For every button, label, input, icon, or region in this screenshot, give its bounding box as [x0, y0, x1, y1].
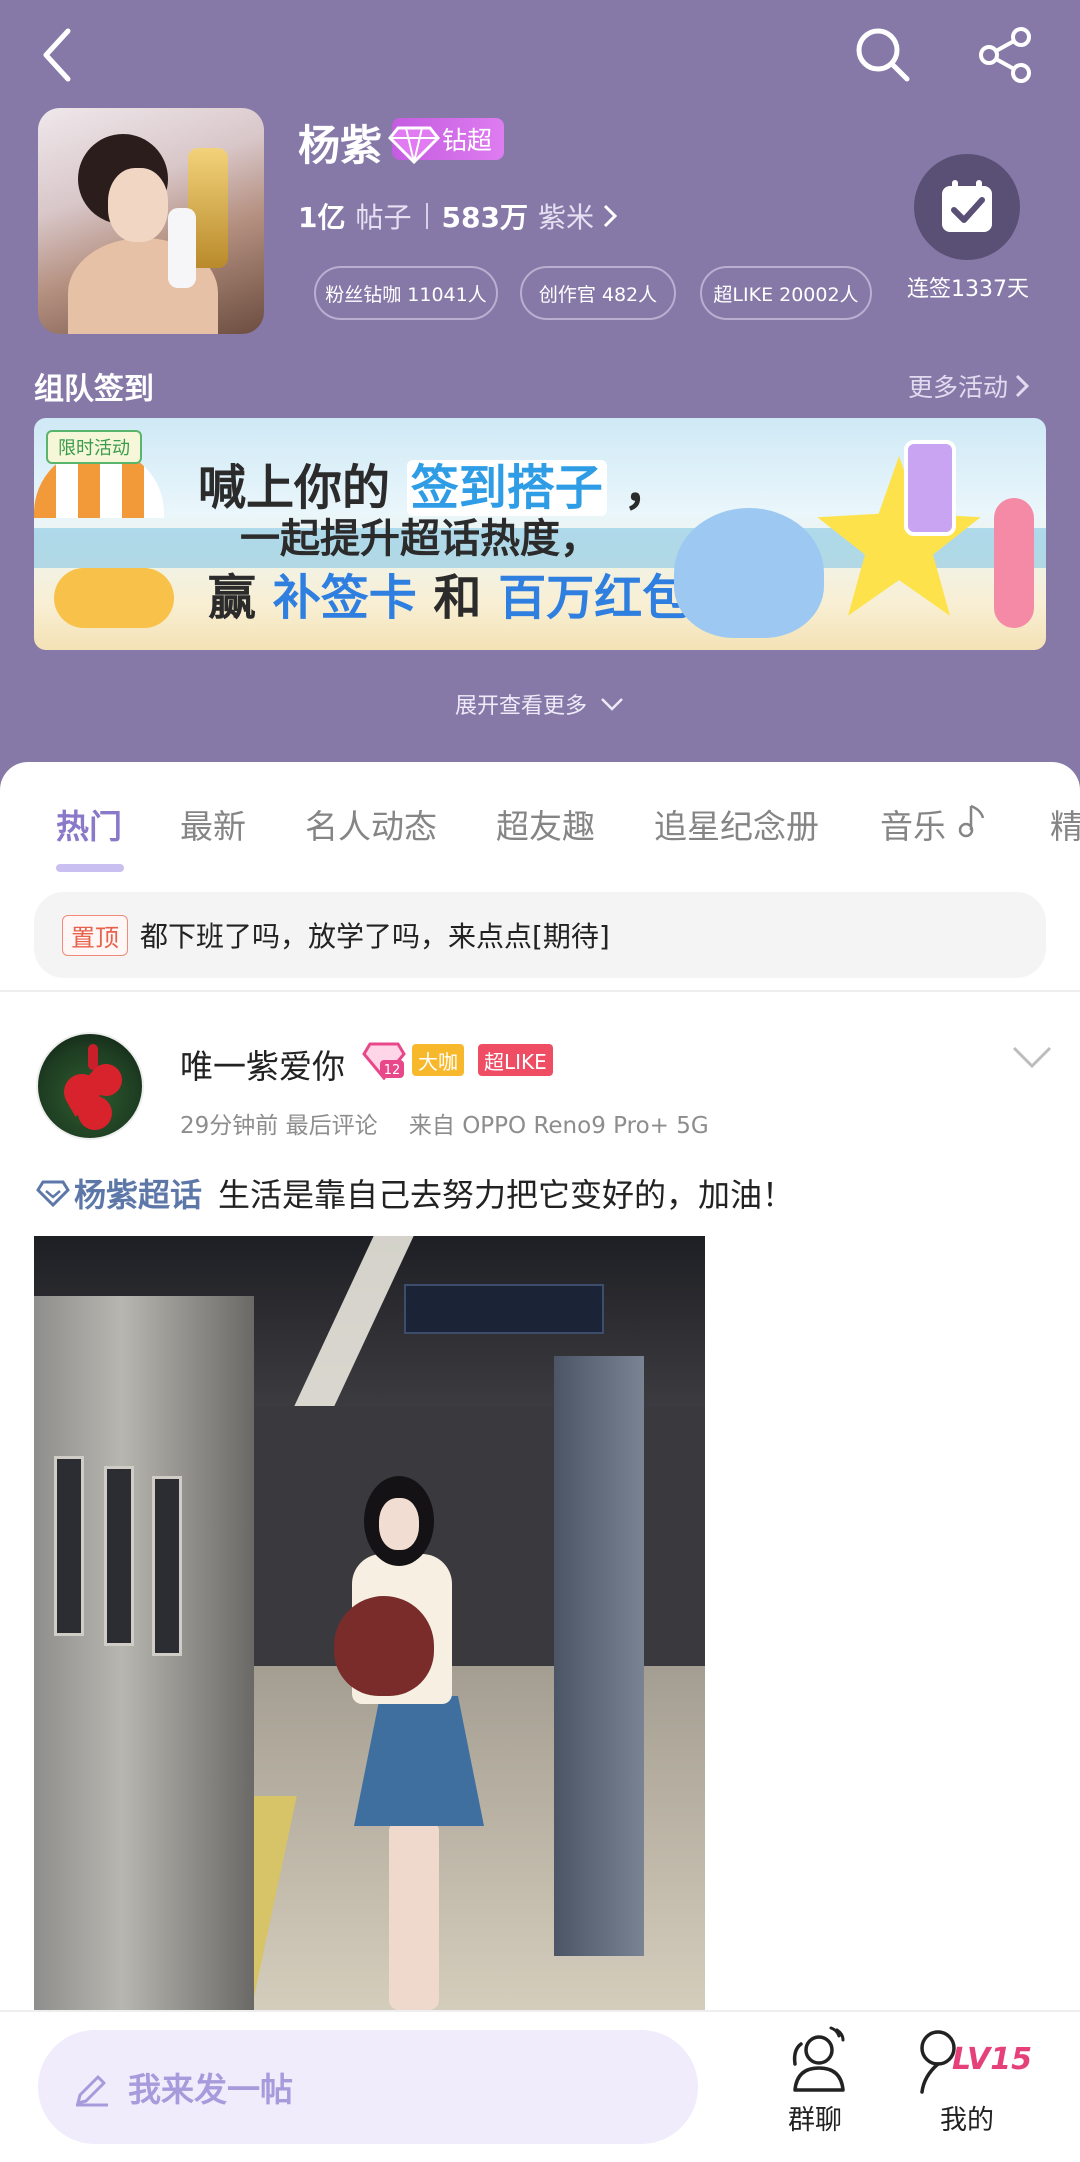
- mine-icon-wrap: LV15: [912, 2024, 1032, 2096]
- pinned-post[interactable]: 置顶 都下班了吗，放学了吗，来点点[期待]: [34, 892, 1046, 978]
- share-button[interactable]: [970, 20, 1040, 90]
- banner-fruit: [54, 568, 174, 628]
- posts-label: 帖子: [355, 201, 412, 234]
- more-activities-link[interactable]: 更多活动: [908, 368, 1030, 404]
- post-time: 29分钟前 最后评论: [180, 1113, 378, 1139]
- chevron-right-icon: [603, 204, 618, 228]
- tab-hot[interactable]: 热门: [56, 800, 122, 848]
- back-arrow-icon: [43, 28, 71, 82]
- level-gem-icon: 12: [362, 1042, 406, 1081]
- diamond-icon: [388, 126, 440, 165]
- more-activities-label: 更多活动: [908, 373, 1009, 402]
- banner-line3-prefix: 赢: [208, 570, 257, 626]
- banner-phone: [904, 440, 956, 536]
- badge-label: 钻超: [442, 126, 493, 155]
- nav-mine-label: 我的: [940, 2105, 994, 2136]
- photo-pillar: [554, 1356, 644, 1956]
- tab-memorial[interactable]: 追星纪念册: [654, 800, 819, 848]
- tab-latest[interactable]: 最新: [180, 800, 246, 848]
- posts-count: 1亿: [298, 201, 346, 234]
- fans-count: 583万: [441, 201, 528, 234]
- checkin-button[interactable]: [914, 154, 1020, 260]
- supertopic-name: 杨紫: [298, 121, 383, 170]
- chip-creator[interactable]: 创作官 482人: [520, 266, 676, 320]
- avatar-face: [108, 168, 168, 242]
- banner-elephant-mascot: [674, 508, 824, 638]
- photo-person-face: [379, 1498, 419, 1550]
- banner-line3-mid: 和: [433, 570, 482, 626]
- supertopic-avatar[interactable]: [38, 108, 264, 334]
- supertopic-stats[interactable]: 1亿 帖子 583万 紫米: [298, 196, 620, 236]
- photo-train-window: [152, 1476, 182, 1656]
- search-icon: [856, 28, 910, 82]
- pinned-text: 都下班了吗，放学了吗，来点点[期待]: [140, 920, 610, 953]
- photo-sign: [404, 1284, 604, 1334]
- back-button[interactable]: [28, 20, 88, 90]
- tag-big-shot: 大咖: [412, 1044, 464, 1076]
- tab-music[interactable]: 音乐: [880, 800, 987, 848]
- compose-post-button[interactable]: 我来发一帖: [38, 2030, 698, 2144]
- pinned-tag: 置顶: [62, 914, 128, 956]
- banner-limited-tag: 限时活动: [46, 430, 142, 464]
- calendar-check-icon: [942, 180, 992, 232]
- tab-fun[interactable]: 超友趣: [496, 800, 595, 848]
- tab-featured[interactable]: 精: [1050, 800, 1080, 848]
- nav-mine[interactable]: LV15 我的: [912, 2024, 1032, 2137]
- banner-line1-suffix: ，: [623, 460, 672, 516]
- expand-more-button[interactable]: 展开查看更多: [0, 688, 1080, 720]
- activity-banner[interactable]: 限时活动 喊上你的 签到搭子 ， 一起提升超话热度， 赢 补签卡 和 百万红包: [34, 418, 1046, 650]
- post-meta: 29分钟前 最后评论 来自 OPPO Reno9 Pro+ 5G: [180, 1106, 709, 1140]
- section-title-team-checkin: 组队签到: [34, 372, 154, 407]
- post-body: 生活是靠自己去努力把它变好的，加油！: [218, 1176, 795, 1214]
- post-author-name[interactable]: 唯一紫爱你: [180, 1040, 345, 1088]
- banner-line3-reward2: 百万红包: [498, 570, 691, 626]
- chip-super-like[interactable]: 超LIKE 20002人: [700, 266, 872, 320]
- fans-label: 紫米: [537, 201, 594, 234]
- stats-separator: [425, 203, 428, 229]
- banner-surfboard: [994, 498, 1034, 628]
- chevron-down-icon: [601, 698, 623, 711]
- checkin-streak-label: 连签1337天: [907, 277, 1029, 302]
- banner-line2: 一起提升超话热度，: [240, 516, 600, 562]
- banner-line3: 赢 补签卡 和 百万红包: [208, 558, 690, 628]
- tab-celebrity[interactable]: 名人动态: [305, 800, 437, 848]
- chip-fan-vip[interactable]: 粉丝钻咖 11041人: [314, 266, 498, 320]
- group-chat-icon: [792, 2026, 845, 2092]
- music-note-icon: [958, 804, 984, 838]
- active-tab-indicator: [56, 864, 124, 872]
- photo-train-window: [104, 1466, 134, 1646]
- search-button[interactable]: [848, 20, 918, 90]
- nav-group-chat-label: 群聊: [788, 2105, 842, 2136]
- tag-super-like: 超LIKE: [478, 1044, 553, 1076]
- section-divider: [0, 990, 1080, 992]
- post-author-avatar[interactable]: [36, 1032, 144, 1140]
- post-source: 来自 OPPO Reno9 Pro+ 5G: [408, 1113, 709, 1139]
- avatar-bottle: [168, 208, 196, 288]
- tab-music-label: 音乐: [880, 807, 946, 846]
- chevron-right-icon: [1015, 374, 1030, 398]
- photo-train: [34, 1296, 254, 2010]
- photo-person-bag: [334, 1596, 434, 1696]
- avatar-flower-petal: [75, 1093, 115, 1133]
- post-menu-chevron-icon[interactable]: [1010, 1042, 1054, 1072]
- share-icon: [979, 27, 1031, 83]
- post-photo[interactable]: [34, 1236, 705, 2010]
- diamond-super-badge[interactable]: 钻超: [388, 118, 505, 165]
- post-topic-label: 杨紫超话: [74, 1176, 203, 1214]
- post-text: 杨紫超话 生活是靠自己去努力把它变好的，加油！: [36, 1170, 794, 1216]
- compose-placeholder: 我来发一帖: [128, 2070, 293, 2109]
- level-number: 12: [384, 1063, 401, 1078]
- banner-line3-reward1: 补签卡: [272, 570, 417, 626]
- feed-tabs: 热门 最新 名人动态 超友趣 追星纪念册 音乐 精: [0, 800, 1080, 870]
- post-topic-link[interactable]: 杨紫超话: [36, 1170, 202, 1216]
- expand-more-label: 展开查看更多: [454, 694, 587, 719]
- photo-person-legs: [389, 1821, 439, 2010]
- pencil-icon: [76, 2075, 108, 2107]
- photo-train-window: [54, 1456, 84, 1636]
- nav-group-chat[interactable]: 群聊: [760, 2024, 870, 2137]
- diamond-icon: [36, 1180, 70, 1208]
- user-level-badge: LV15: [952, 2042, 1032, 2077]
